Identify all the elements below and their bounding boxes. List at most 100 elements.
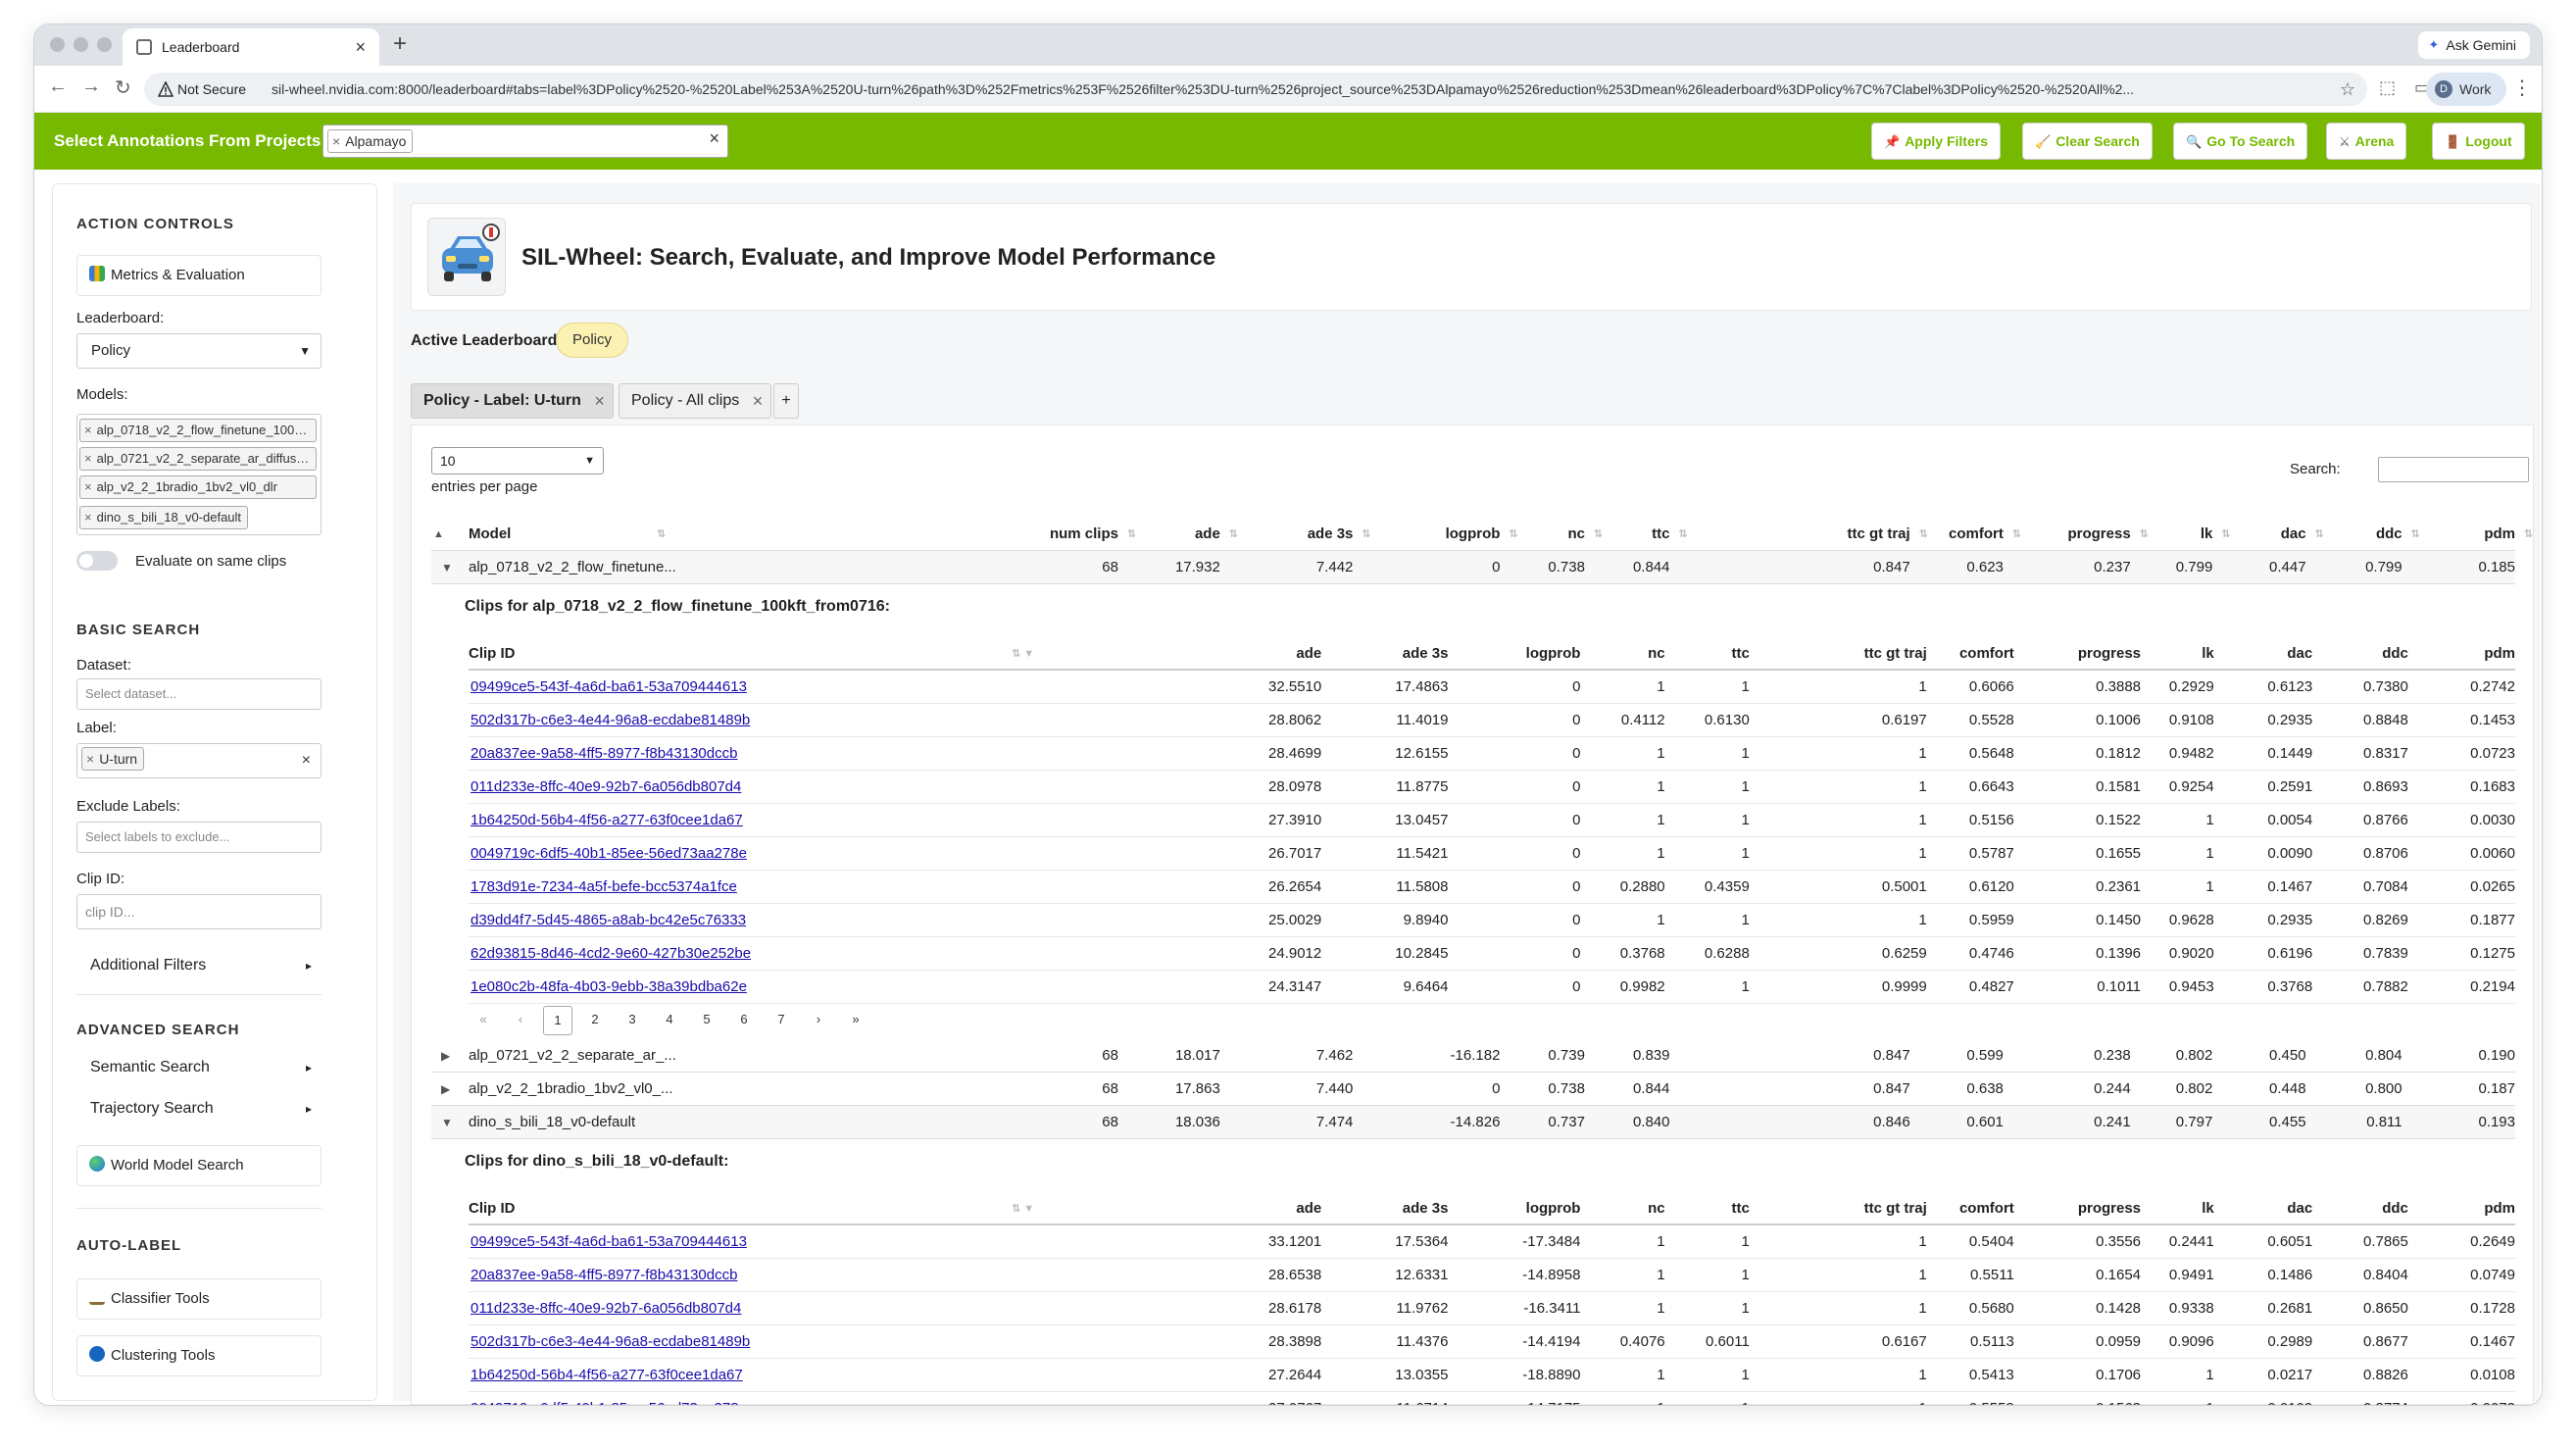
clip-column-header-progress[interactable]: progress: [2078, 637, 2141, 671]
clip-column-header-nc[interactable]: nc: [1648, 1192, 1665, 1225]
clip-id-link[interactable]: 62d93815-8d46-4cd2-9e60-427b30e252be: [471, 945, 751, 962]
sort-icon[interactable]: ⇅ ▼: [1012, 637, 1034, 671]
clustering-tools-button[interactable]: Clustering Tools: [76, 1335, 322, 1376]
column-header-ade-3s[interactable]: ade 3s: [1308, 518, 1354, 551]
label-clear-icon[interactable]: ×: [302, 744, 311, 777]
same-clips-toggle[interactable]: [76, 551, 118, 571]
clip-column-header-comfort[interactable]: comfort: [1959, 1192, 2014, 1225]
model-chip[interactable]: × alp_0718_v2_2_flow_finetune_100kft_from…: [79, 419, 317, 442]
clip-id-link[interactable]: 0049719c-6df5-40b1-85ee-56ed73aa278e: [471, 845, 747, 862]
sort-icon[interactable]: ⇅: [2524, 518, 2533, 551]
bookmark-star-icon[interactable]: ☆: [2340, 73, 2355, 106]
page-button[interactable]: 3: [618, 1006, 647, 1033]
add-tab-button[interactable]: +: [773, 383, 799, 419]
clip-column-header-Clip-ID[interactable]: Clip ID: [469, 1192, 516, 1225]
clip-id-link[interactable]: d39dd4f7-5d45-4865-a8ab-bc42e5c76333: [471, 912, 746, 928]
clip-column-header-ttc[interactable]: ttc: [1731, 1192, 1749, 1225]
clip-column-header-lk[interactable]: lk: [2202, 1192, 2214, 1225]
expand-toggle-icon[interactable]: ▼: [441, 1106, 453, 1139]
chip-remove-icon[interactable]: ×: [84, 423, 92, 437]
new-tab-button[interactable]: +: [393, 30, 407, 58]
sort-icon[interactable]: ⇅: [1509, 518, 1517, 551]
window-zoom-dot[interactable]: [97, 37, 112, 52]
apply-filters-button[interactable]: 📌 Apply Filters: [1871, 123, 2001, 160]
dataset-input[interactable]: Select dataset...: [76, 678, 322, 710]
chip-remove-icon[interactable]: ×: [332, 133, 340, 149]
sort-icon[interactable]: ⇅: [1594, 518, 1603, 551]
clip-column-header-ttc-gt-traj[interactable]: ttc gt traj: [1864, 637, 1927, 671]
reload-icon[interactable]: ↻: [115, 75, 131, 100]
label-select[interactable]: × U-turn ×: [76, 743, 322, 778]
clip-column-header-progress[interactable]: progress: [2078, 1192, 2141, 1225]
sort-icon[interactable]: ⇅: [2012, 518, 2021, 551]
clip-id-link[interactable]: 1e080c2b-48fa-4b03-9ebb-38a39bdba62e: [471, 978, 747, 995]
page-button[interactable]: «: [469, 1006, 498, 1033]
clip-column-header-nc[interactable]: nc: [1648, 637, 1665, 671]
clip-id-link[interactable]: 1b64250d-56b4-4f56-a277-63f0cee1da67: [471, 812, 743, 828]
clip-id-link[interactable]: 1b64250d-56b4-4f56-a277-63f0cee1da67: [471, 1367, 743, 1383]
sort-icon[interactable]: ⇅: [2139, 518, 2148, 551]
entries-per-page-select[interactable]: 10 ▼: [431, 447, 604, 475]
clip-column-header-logprob[interactable]: logprob: [1526, 637, 1581, 671]
clear-search-button[interactable]: 🧹 Clear Search: [2022, 123, 2153, 160]
sort-icon[interactable]: ⇅: [657, 518, 666, 551]
column-header-num-clips[interactable]: num clips: [1050, 518, 1118, 551]
additional-filters-toggle[interactable]: Additional Filters ▸: [76, 945, 322, 986]
column-header-logprob[interactable]: logprob: [1446, 518, 1501, 551]
column-header-ttc-gt-traj[interactable]: ttc gt traj: [1848, 518, 1910, 551]
model-chip[interactable]: × alp_v2_2_1bradio_1bv2_vl0_dlr: [79, 475, 317, 499]
forward-icon[interactable]: →: [81, 75, 101, 98]
column-header-lk[interactable]: lk: [2201, 518, 2213, 551]
column-header-ddc[interactable]: ddc: [2376, 518, 2403, 551]
page-button[interactable]: 7: [767, 1006, 796, 1033]
model-row[interactable]: ▼ dino_s_bili_18_v0-default 68 18.036 7.474 -…: [431, 1106, 2515, 1139]
column-header-ade[interactable]: ade: [1195, 518, 1220, 551]
tab-close-icon[interactable]: ×: [753, 384, 764, 418]
clip-column-header-ade-3s[interactable]: ade 3s: [1403, 637, 1449, 671]
column-header-comfort[interactable]: comfort: [1949, 518, 2004, 551]
clip-column-header-Clip-ID[interactable]: Clip ID: [469, 637, 516, 671]
clip-column-header-pdm[interactable]: pdm: [2484, 1192, 2515, 1225]
clip-column-header-logprob[interactable]: logprob: [1526, 1192, 1581, 1225]
expand-toggle-icon[interactable]: ▶: [441, 1039, 450, 1073]
column-header-nc[interactable]: nc: [1567, 518, 1585, 551]
sort-icon[interactable]: ⇅: [1229, 518, 1238, 551]
ask-gemini-button[interactable]: Ask Gemini: [2418, 31, 2530, 59]
page-button[interactable]: 1: [543, 1006, 572, 1035]
model-row[interactable]: ▶ alp_v2_2_1bradio_1bv2_vl0_... 68 17.863 7.…: [431, 1073, 2515, 1106]
browser-menu-icon[interactable]: ⋮: [2512, 75, 2532, 100]
model-row[interactable]: ▼ alp_0718_v2_2_flow_finetune... 68 17.932 7…: [431, 551, 2515, 584]
project-select[interactable]: × Alpamayo ×: [322, 125, 728, 158]
clip-id-link[interactable]: 502d317b-c6e3-4e44-96a8-ecdabe81489b: [471, 1333, 750, 1350]
trajectory-search-toggle[interactable]: Trajectory Search ▸: [76, 1088, 322, 1129]
clip-column-header-ddc[interactable]: ddc: [2382, 1192, 2408, 1225]
page-button[interactable]: 5: [692, 1006, 721, 1033]
extensions-icon[interactable]: ⬚: [2379, 77, 2396, 98]
sort-icon[interactable]: ⇅: [1127, 518, 1136, 551]
column-header-dac[interactable]: dac: [2281, 518, 2306, 551]
chip-remove-icon[interactable]: ×: [84, 510, 92, 525]
sort-icon[interactable]: ⇅ ▼: [1012, 1192, 1034, 1225]
omnibox[interactable]: Not Secure sil-wheel.nvidia.com:8000/lea…: [144, 73, 2367, 106]
clip-id-input[interactable]: clip ID...: [76, 894, 322, 929]
clip-id-link[interactable]: 09499ce5-543f-4a6d-ba61-53a709444613: [471, 678, 747, 695]
clip-id-link[interactable]: 20a837ee-9a58-4ff5-8977-f8b43130dccb: [471, 1267, 737, 1283]
browser-tab[interactable]: Leaderboard ×: [123, 28, 379, 66]
chip-remove-icon[interactable]: ×: [84, 479, 92, 494]
column-header-Model[interactable]: Model: [469, 518, 511, 551]
clip-column-header-ttc-gt-traj[interactable]: ttc gt traj: [1864, 1192, 1927, 1225]
go-to-search-button[interactable]: 🔍 Go To Search: [2173, 123, 2308, 160]
arena-button[interactable]: ⚔ Arena: [2326, 123, 2407, 160]
chip-remove-icon[interactable]: ×: [84, 451, 92, 466]
sort-icon[interactable]: ⇅: [2221, 518, 2230, 551]
page-button[interactable]: 6: [729, 1006, 759, 1033]
back-icon[interactable]: ←: [48, 75, 68, 98]
classifier-tools-button[interactable]: Classifier Tools: [76, 1278, 322, 1320]
column-header-ttc[interactable]: ttc: [1652, 518, 1669, 551]
tab-close-icon[interactable]: ×: [355, 28, 366, 66]
column-header-pdm[interactable]: pdm: [2484, 518, 2515, 551]
page-button[interactable]: 4: [655, 1006, 684, 1033]
clip-id-link[interactable]: 1783d91e-7234-4a5f-befe-bcc5374a1fce: [471, 878, 737, 895]
model-chip[interactable]: × dino_s_bili_18_v0-default: [79, 506, 249, 529]
clip-column-header-ade[interactable]: ade: [1296, 1192, 1321, 1225]
